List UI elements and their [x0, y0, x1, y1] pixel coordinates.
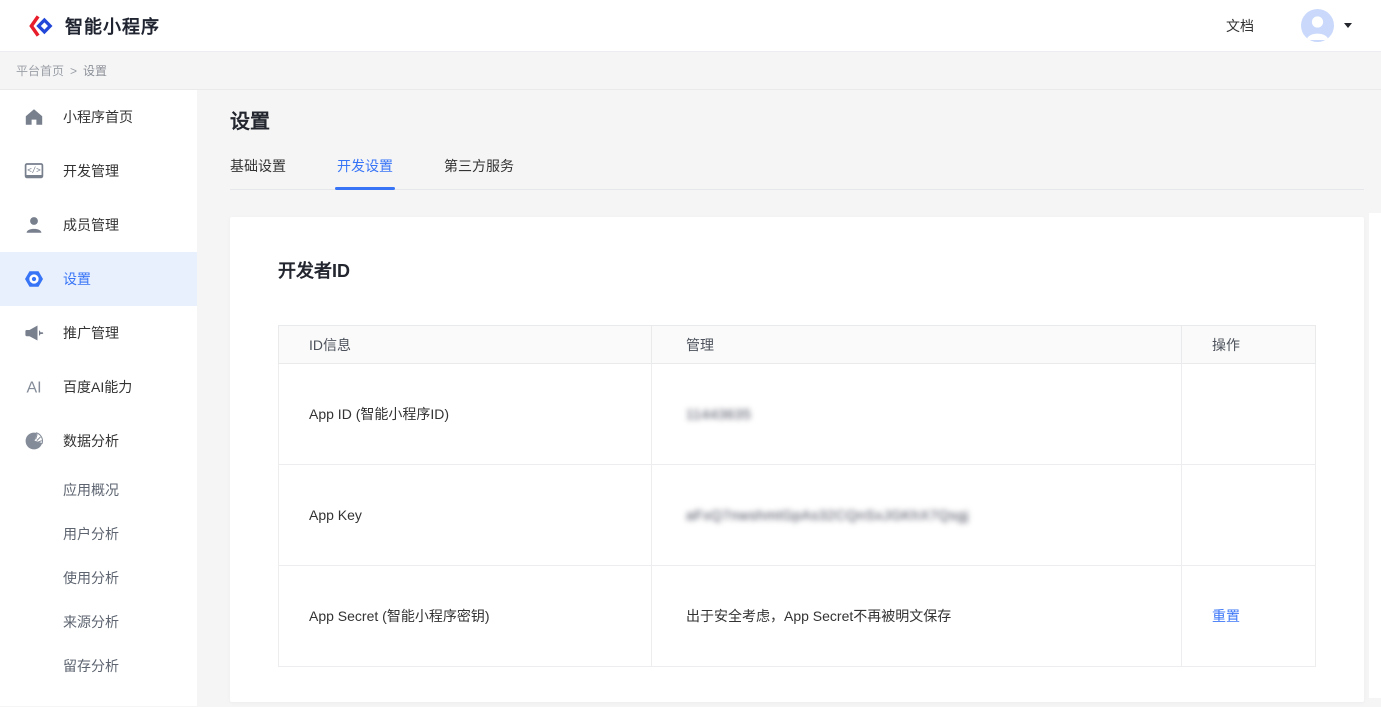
sidebar-item-dev[interactable]: </> 开发管理	[0, 144, 197, 198]
avatar[interactable]	[1301, 9, 1334, 42]
sidebar-item-label: 设置	[63, 269, 91, 289]
app-id-value: 11443635	[686, 406, 751, 422]
sidebar-item-label: 开发管理	[63, 161, 119, 181]
breadcrumb-current: 设置	[83, 62, 107, 79]
brand-title: 智能小程序	[65, 13, 160, 39]
settings-icon	[24, 269, 44, 289]
sidebar-item-home[interactable]: 小程序首页	[0, 90, 197, 144]
table-row-app-secret: App Secret (智能小程序密钥) 出于安全考虑，App Secret不再…	[279, 566, 1316, 667]
sidebar-subitem-user-analysis[interactable]: 用户分析	[0, 512, 197, 556]
developer-id-table: ID信息 管理 操作 App ID (智能小程序ID) 11443635 App…	[278, 325, 1316, 667]
sidebar-subitem-app-overview[interactable]: 应用概况	[0, 468, 197, 512]
main-content: 设置 基础设置 开发设置 第三方服务 开发者ID ID信息 管理 操作 App …	[197, 90, 1381, 706]
tab-dev-settings[interactable]: 开发设置	[337, 156, 393, 189]
app-key-value: aFxQ7nwshmtGpAs32CQnSxJGKhX7Qsgj	[686, 507, 969, 523]
sidebar-item-label: 小程序首页	[63, 107, 133, 127]
sidebar-item-members[interactable]: 成员管理	[0, 198, 197, 252]
sidebar-item-settings[interactable]: 设置	[0, 252, 197, 306]
breadcrumb-home[interactable]: 平台首页	[16, 62, 64, 79]
sidebar-item-label: 成员管理	[63, 215, 119, 235]
doc-link[interactable]: 文档	[1226, 16, 1254, 36]
row-label: App Key	[279, 465, 652, 566]
column-header-management: 管理	[652, 326, 1182, 364]
brand-logo-icon	[28, 14, 55, 38]
row-action	[1182, 465, 1316, 566]
column-header-action: 操作	[1182, 326, 1316, 364]
sidebar-item-analytics[interactable]: 数据分析	[0, 414, 197, 468]
home-icon	[24, 107, 44, 127]
sidebar-subitem-usage-analysis[interactable]: 使用分析	[0, 556, 197, 600]
sidebar: 小程序首页 </> 开发管理 成员管理	[0, 90, 197, 706]
code-icon: </>	[24, 161, 44, 181]
sidebar-item-label: 推广管理	[63, 323, 119, 343]
megaphone-icon	[24, 323, 44, 343]
table-row-app-key: App Key aFxQ7nwshmtGpAs32CQnSxJGKhX7Qsgj	[279, 465, 1316, 566]
app-secret-note: 出于安全考虑，App Secret不再被明文保存	[652, 566, 1182, 667]
reset-link[interactable]: 重置	[1212, 608, 1240, 624]
svg-text:</>: </>	[27, 166, 41, 175]
svg-text:AI: AI	[26, 380, 41, 397]
chevron-down-icon[interactable]	[1344, 23, 1352, 28]
tab-bar: 基础设置 开发设置 第三方服务	[230, 156, 1364, 190]
ai-icon: AI	[24, 377, 44, 397]
pie-chart-icon	[24, 431, 44, 451]
row-label: App ID (智能小程序ID)	[279, 364, 652, 465]
card-heading: 开发者ID	[278, 257, 1316, 283]
table-header-row: ID信息 管理 操作	[279, 326, 1316, 364]
column-header-id-info: ID信息	[279, 326, 652, 364]
sidebar-item-promotion[interactable]: 推广管理	[0, 306, 197, 360]
sidebar-subitem-retention-analysis[interactable]: 留存分析	[0, 644, 197, 688]
sidebar-item-label: 百度AI能力	[63, 377, 132, 397]
brand[interactable]: 智能小程序	[28, 13, 160, 39]
row-label: App Secret (智能小程序密钥)	[279, 566, 652, 667]
user-icon	[1301, 9, 1334, 42]
breadcrumb-separator: >	[70, 64, 77, 78]
developer-id-card: 开发者ID ID信息 管理 操作 App ID (智能小程序ID) 114436…	[230, 217, 1364, 702]
tab-third-party[interactable]: 第三方服务	[444, 156, 514, 189]
tab-basic-settings[interactable]: 基础设置	[230, 156, 286, 189]
breadcrumb: 平台首页 > 设置	[0, 52, 1381, 90]
sidebar-subitem-source-analysis[interactable]: 来源分析	[0, 600, 197, 644]
row-action	[1182, 364, 1316, 465]
sidebar-item-label: 数据分析	[63, 431, 119, 451]
page-title: 设置	[230, 105, 1364, 134]
sidebar-item-ai[interactable]: AI 百度AI能力	[0, 360, 197, 414]
member-icon	[24, 215, 44, 235]
table-row-app-id: App ID (智能小程序ID) 11443635	[279, 364, 1316, 465]
right-edge-panel	[1369, 213, 1381, 698]
top-bar: 智能小程序 文档	[0, 0, 1381, 52]
